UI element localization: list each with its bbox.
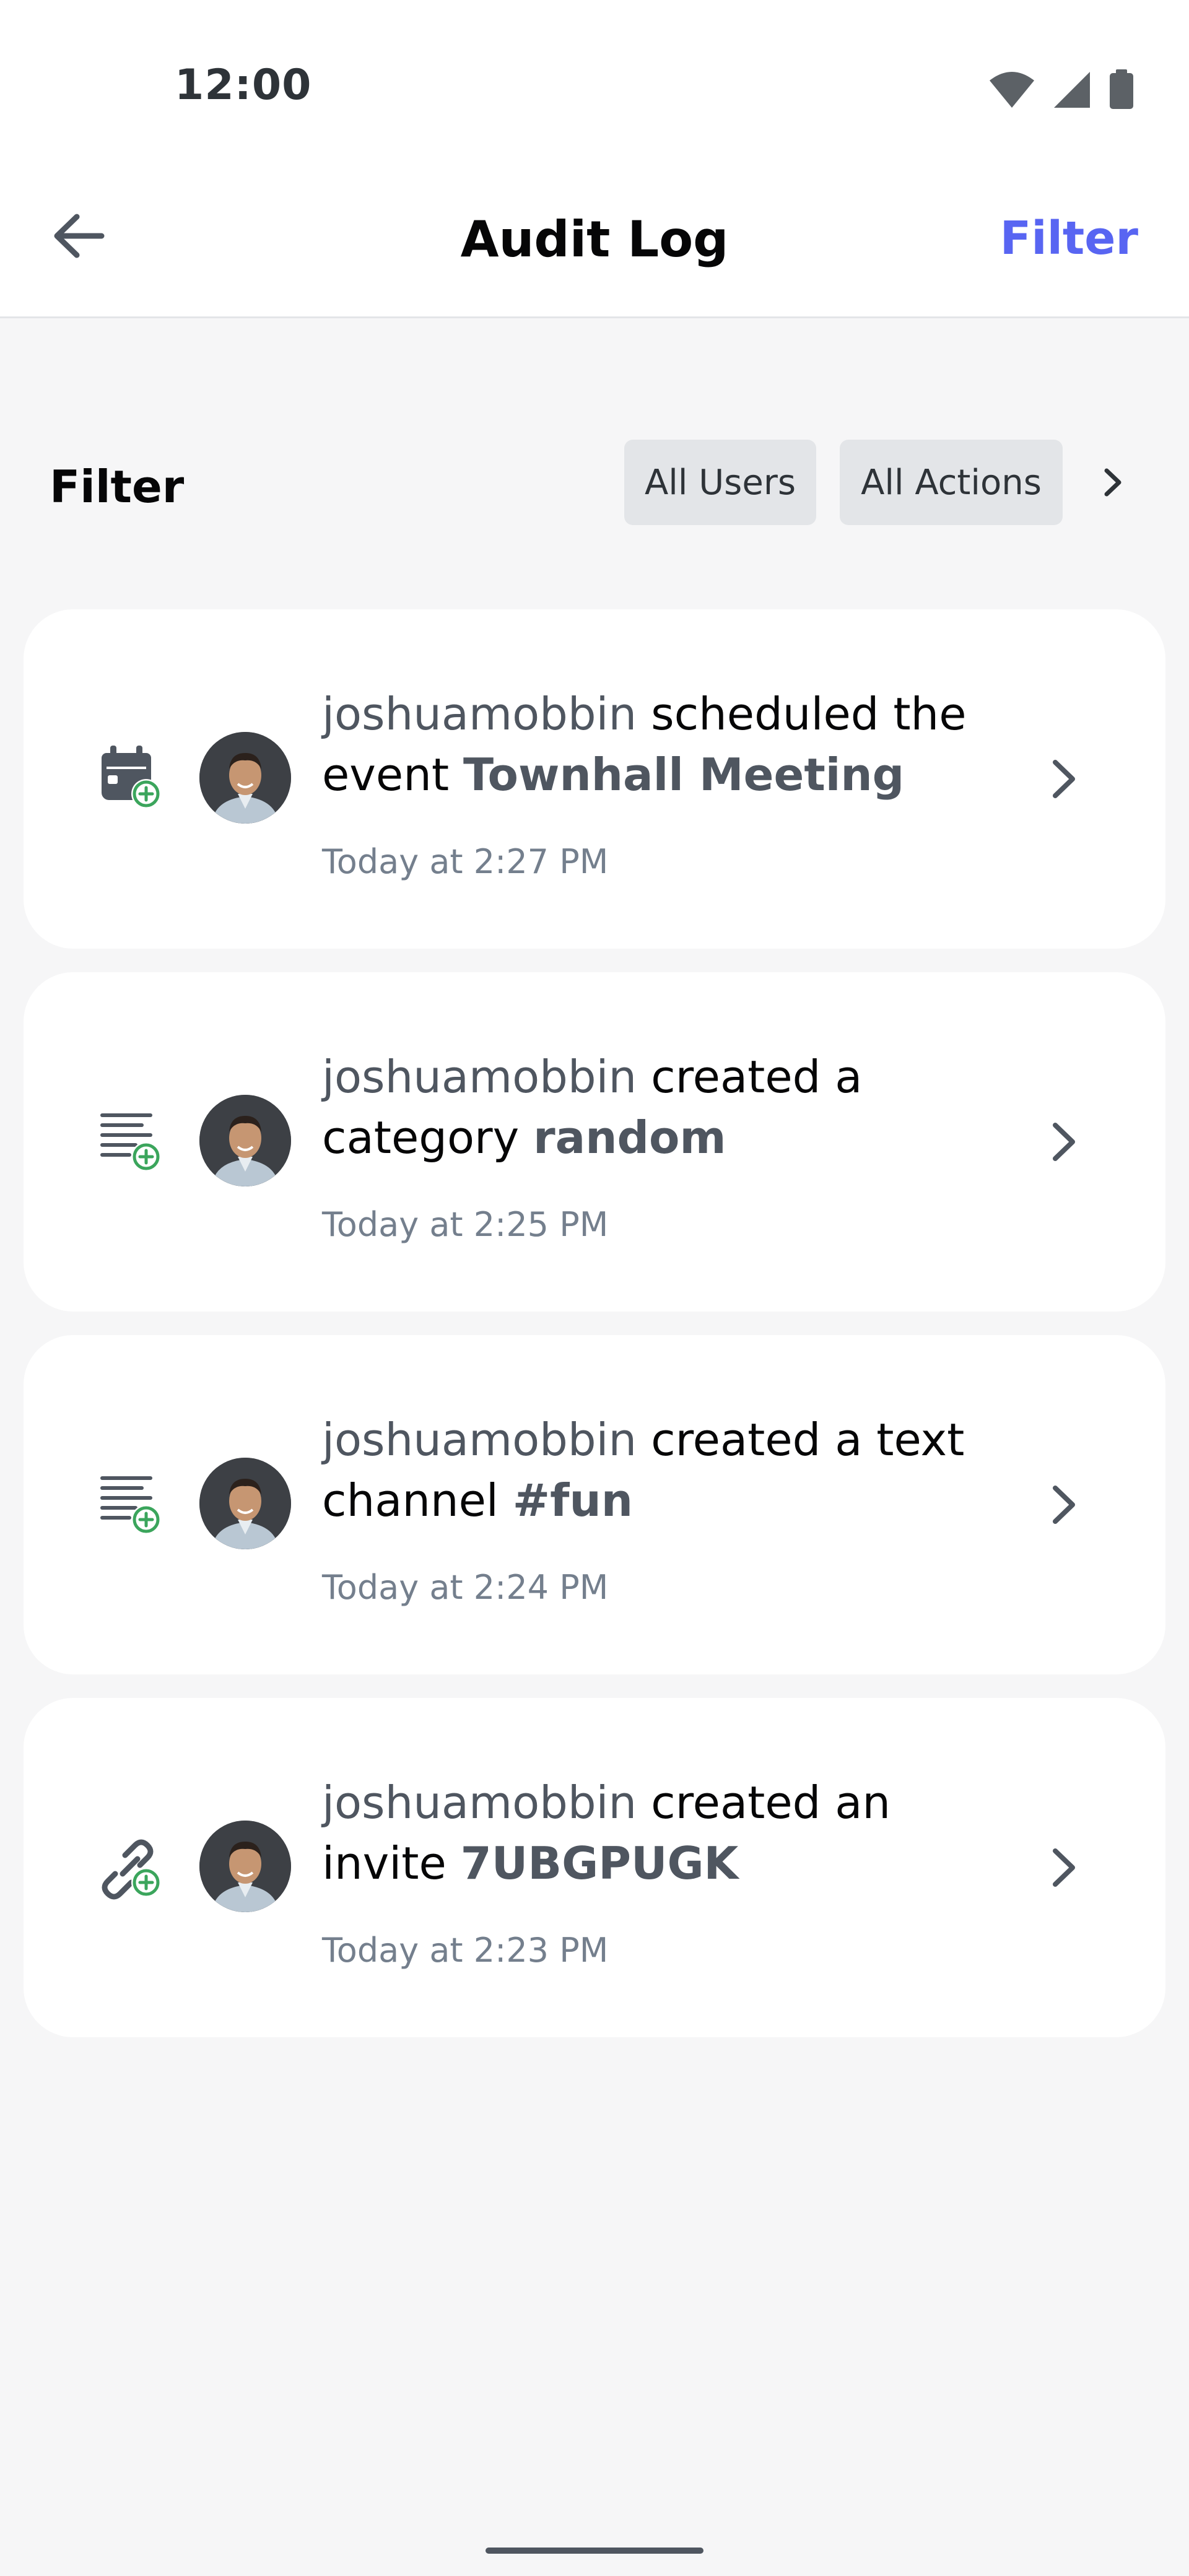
log-entry-user: joshuamobbin	[322, 1051, 637, 1103]
app-bar: Audit Log Filter	[0, 161, 1189, 318]
chevron-right-icon	[1039, 754, 1089, 804]
category-add-icon	[100, 1113, 161, 1172]
all-actions-chip[interactable]: All Actions	[840, 440, 1063, 525]
log-entry-target: #fun	[512, 1474, 633, 1526]
log-entry-user: joshuamobbin	[322, 1777, 637, 1829]
invite-link-add-icon	[102, 1839, 161, 1900]
log-entry-target: 7UBGPUGK	[460, 1837, 739, 1889]
status-time: 12:00	[175, 61, 312, 110]
avatar	[199, 732, 291, 824]
wifi-icon	[990, 72, 1034, 108]
avatar	[199, 1821, 291, 1912]
log-entry-timestamp: Today at 2:27 PM	[322, 842, 609, 881]
chevron-right-icon	[1104, 468, 1121, 497]
log-entry[interactable]: joshuamobbin created a text channel #fun…	[24, 1335, 1165, 1674]
filter-scroll-button[interactable]	[1091, 461, 1135, 504]
log-entry-timestamp: Today at 2:23 PM	[322, 1931, 609, 1970]
chevron-right-icon	[1039, 1480, 1089, 1530]
cellular-signal-icon	[1054, 72, 1090, 108]
avatar	[199, 1458, 291, 1549]
chevron-right-icon	[1039, 1117, 1089, 1167]
avatar	[199, 1095, 291, 1186]
log-entry-timestamp: Today at 2:24 PM	[322, 1568, 609, 1607]
battery-icon	[1110, 69, 1133, 109]
filter-button[interactable]: Filter	[1000, 212, 1138, 265]
home-indicator[interactable]	[486, 2548, 703, 2554]
all-users-chip[interactable]: All Users	[624, 440, 816, 525]
log-entry-target: Townhall Meeting	[463, 749, 905, 801]
log-entry[interactable]: joshuamobbin created an invite 7UBGPUGK …	[24, 1698, 1165, 2037]
log-entry-user: joshuamobbin	[322, 1414, 637, 1466]
log-entry-target: random	[533, 1112, 726, 1164]
filter-bar: Filter All Users All Actions	[0, 440, 1189, 526]
filter-label: Filter	[50, 461, 185, 513]
log-entry-timestamp: Today at 2:25 PM	[322, 1205, 609, 1244]
log-entry[interactable]: joshuamobbin scheduled the event Townhal…	[24, 609, 1165, 949]
channel-add-icon	[100, 1476, 161, 1534]
log-entry[interactable]: joshuamobbin created a category random T…	[24, 972, 1165, 1312]
audit-log-list: joshuamobbin scheduled the event Townhal…	[24, 609, 1165, 2061]
status-icons	[988, 69, 1135, 110]
log-entry-text: joshuamobbin created a text channel #fun	[322, 1409, 1003, 1531]
status-bar: 12:00	[0, 0, 1189, 161]
calendar-add-icon	[102, 746, 161, 809]
log-entry-user: joshuamobbin	[322, 688, 637, 740]
log-entry-text: joshuamobbin created an invite 7UBGPUGK	[322, 1772, 1003, 1894]
chevron-right-icon	[1039, 1843, 1089, 1892]
log-entry-text: joshuamobbin created a category random	[322, 1046, 1003, 1168]
log-entry-text: joshuamobbin scheduled the event Townhal…	[322, 684, 1003, 805]
